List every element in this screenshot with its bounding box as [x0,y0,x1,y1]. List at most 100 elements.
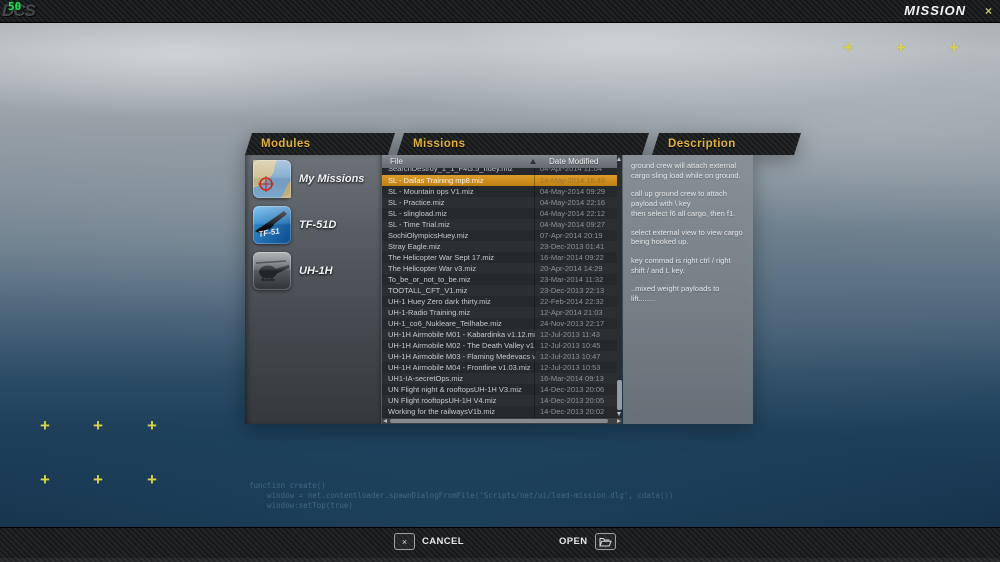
fps-counter: 50 [8,0,21,13]
mission-file: UH-1_co6_Nukleare_Teilhabe.miz [382,319,535,328]
mission-row[interactable]: SL - Practice.miz04-May-2014 22:16 [382,197,618,208]
mission-file: Working for the railwaysV1b.miz [382,407,535,416]
open-button[interactable]: OPEN [559,533,616,550]
module-item-uh-1h[interactable]: UH-1H [245,249,381,293]
mission-file: To_be_or_not_to_be.miz [382,275,535,284]
mission-file: The Helicopter War v3.miz [382,264,535,273]
description-paragraph: ..mixed weight payloads to lift........ [631,284,745,303]
scroll-left-icon[interactable] [383,419,387,423]
description-paragraph: key commad is right ctrl / right shift /… [631,256,745,275]
mission-row[interactable]: The Helicopter War v3.miz20-Apr-2014 14:… [382,263,618,274]
cancel-button-label: CANCEL [422,536,464,547]
mission-date: 23-Dec-2013 01:41 [535,242,604,251]
close-icon[interactable]: × [985,0,992,22]
tab-missions[interactable]: Missions [397,133,649,155]
mission-row[interactable]: SL - Mountain ops V1.miz04-May-2014 09:2… [382,186,618,197]
module-item-my-missions[interactable]: My Missions [245,157,381,201]
mission-date: 22-Feb-2014 22:32 [535,297,604,306]
scroll-right-icon[interactable] [617,419,621,423]
mission-row[interactable]: Working for the railwaysV1b.miz14-Dec-20… [382,406,618,417]
mission-file: UH-1 Huey Zero dark thirty.miz [382,297,535,306]
mission-file: UH-1H Airmobile M01 - Kabardinka v1.12.m… [382,330,535,339]
mission-date: 04-May-2014 22:16 [535,198,605,207]
plus-marker: + [93,470,103,490]
vertical-scrollbar-thumb[interactable] [617,380,622,410]
mission-row[interactable]: UH-1H Airmobile M04 - Frontline v1.03.mi… [382,362,618,373]
plus-marker: + [147,416,157,436]
window-title: MISSION [904,0,966,22]
cancel-button[interactable]: × CANCEL [394,533,464,550]
mission-row[interactable]: SL - slingload.miz04-May-2014 22:12 [382,208,618,219]
mission-date: 16-Mar-2014 09:13 [535,374,604,383]
description-panel: ground crew will attach external cargo s… [623,155,753,424]
mission-date: 14-Dec-2013 20:02 [535,407,604,416]
mission-row[interactable]: UH-1H Airmobile M01 - Kabardinka v1.12.m… [382,329,618,340]
mission-date: 07-Apr-2014 20:19 [535,231,603,240]
mission-row[interactable]: Stray Eagle.miz23-Dec-2013 01:41 [382,241,618,252]
mission-date: 23-Dec-2013 22:13 [535,286,604,295]
mission-row[interactable]: UH-1H Airmobile M03 - Flaming Medevacs v… [382,351,618,362]
modules-panel: My Missions TF-51 TF-51D UH-1H [245,155,381,424]
cancel-x-icon: × [394,533,415,550]
mission-row[interactable]: SL - Dallas Training mp8.miz14-May-2014 … [382,175,618,186]
mission-row[interactable]: The Helicopter War Sept 17.miz16-Mar-201… [382,252,618,263]
mission-file: TOOTALL_CFT_V1.miz [382,286,535,295]
plus-marker: + [147,470,157,490]
mission-file: SL - Dallas Training mp8.miz [382,176,535,185]
tf51d-icon: TF-51 [253,206,291,244]
mission-row[interactable]: UH-1 Huey Zero dark thirty.miz22-Feb-201… [382,296,618,307]
dialog-body: My Missions TF-51 TF-51D UH-1H File Date Mo… [245,155,753,424]
tab-description[interactable]: Description [652,133,801,155]
mission-row[interactable]: UH-1_co6_Nukleare_Teilhabe.miz24-Nov-201… [382,318,618,329]
missions-panel: File Date Modified SearchDestroy_1_1_F4G… [381,155,622,424]
plus-marker: + [896,38,906,58]
mission-row[interactable]: UN Flight night & rooftopsUH-1H V3.miz14… [382,384,618,395]
horizontal-scrollbar-thumb[interactable] [390,419,608,423]
mission-row[interactable]: UH1-IA-secretOps.miz16-Mar-2014 09:13 [382,373,618,384]
scroll-up-icon[interactable] [617,157,621,161]
horizontal-scrollbar[interactable] [382,418,622,424]
mission-row[interactable]: SL - Time Trial.miz04-May-2014 09:27 [382,219,618,230]
scroll-down-icon[interactable] [617,412,621,416]
panel-tab-bar: Modules Missions Description [245,133,801,155]
mission-date: 04-May-2014 09:29 [535,187,605,196]
mission-date: 12-Apr-2014 21:03 [535,308,603,317]
mission-date: 04-May-2014 22:12 [535,209,605,218]
mission-date: 04-Apr-2014 11:04 [535,168,602,173]
mission-date: 12-Jul-2013 10:47 [535,352,600,361]
uh1h-icon [253,252,291,290]
bottom-bar [0,527,1000,562]
description-paragraph: ground crew will attach external cargo s… [631,161,745,180]
svg-text:TF-51: TF-51 [258,226,281,239]
map-icon [253,160,291,198]
description-paragraph: select external view to view cargo being… [631,228,745,247]
mission-row[interactable]: SearchDestroy_1_1_F4G.5_huey.miz04-Apr-2… [382,168,618,175]
debug-code-text: function create() window = net.contentlo… [249,481,673,511]
mission-date: 12-Jul-2013 10:53 [535,363,600,372]
mission-row[interactable]: UH-1H Airmobile M02 - The Death Valley v… [382,340,618,351]
mission-date: 12-Jul-2013 11:43 [535,330,600,339]
mission-file: SL - Time Trial.miz [382,220,535,229]
vertical-scrollbar[interactable] [617,155,622,418]
mission-date: 23-Mar-2014 11:32 [535,275,603,284]
mission-date: 14-Dec-2013 20:05 [535,396,604,405]
open-button-label: OPEN [559,536,588,547]
mission-date: 14-May-2014 18:48 [535,176,605,185]
mission-file: The Helicopter War Sept 17.miz [382,253,535,262]
mission-row[interactable]: UN Flight rooftopsUH-1H V4.miz14-Dec-201… [382,395,618,406]
mission-file: UN Flight rooftopsUH-1H V4.miz [382,396,535,405]
mission-row[interactable]: To_be_or_not_to_be.miz23-Mar-2014 11:32 [382,274,618,285]
mission-date: 20-Apr-2014 14:29 [535,264,603,273]
mission-date: 14-Dec-2013 20:06 [535,385,604,394]
module-label: TF-51D [299,219,336,231]
column-separator [534,168,535,418]
tab-modules[interactable]: Modules [245,133,395,155]
mission-row[interactable]: UH-1-Radio Training.miz12-Apr-2014 21:03 [382,307,618,318]
module-item-tf-51d[interactable]: TF-51 TF-51D [245,203,381,247]
mission-file: SL - Mountain ops V1.miz [382,187,535,196]
mission-file: UH-1H Airmobile M02 - The Death Valley v… [382,341,535,350]
mission-row[interactable]: SochiOlympicsHuey.miz07-Apr-2014 20:19 [382,230,618,241]
mission-row[interactable]: TOOTALL_CFT_V1.miz23-Dec-2013 22:13 [382,285,618,296]
plus-marker: + [949,38,959,58]
mission-file: UN Flight night & rooftopsUH-1H V3.miz [382,385,535,394]
